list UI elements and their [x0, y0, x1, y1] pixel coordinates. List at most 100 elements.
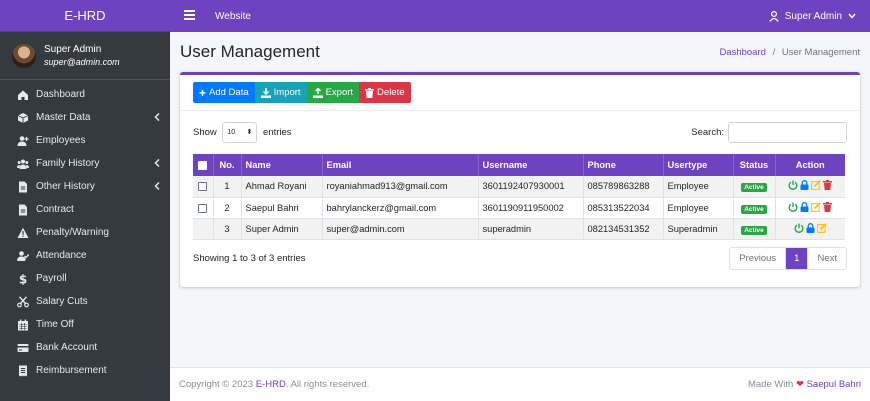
status-badge: Active	[741, 183, 767, 193]
power-icon[interactable]	[788, 202, 798, 212]
brand-logo[interactable]: E-HRD	[0, 0, 170, 32]
breadcrumb-separator: /	[772, 46, 776, 58]
sidebar-item-dashboard[interactable]: Dashboard	[0, 83, 170, 106]
copyright: Copyright © 2023 E-HRD. All rights reser…	[179, 379, 369, 390]
cell-usertype: Employee	[663, 197, 734, 218]
show-label: Show	[193, 126, 217, 138]
cell-status: Active	[733, 197, 776, 218]
sidebar-item-label: Dashboard	[36, 89, 85, 100]
delete-button[interactable]: Delete	[359, 82, 411, 103]
lock-icon[interactable]	[800, 201, 809, 212]
col-usertype[interactable]: Usertype	[663, 154, 734, 176]
chevron-down-icon	[848, 13, 856, 19]
cell-no: 2	[213, 197, 242, 218]
footer-brand-link[interactable]: E-HRD	[256, 379, 286, 390]
sidebar-item-label: Attendance	[36, 250, 87, 261]
avatar	[12, 43, 36, 68]
user-panel[interactable]: Super Admin super@admin.com	[0, 32, 170, 80]
cell-phone: 085789863288	[583, 176, 664, 197]
user-check-icon	[16, 250, 30, 262]
sidebar-item-time-off[interactable]: Time Off	[0, 313, 170, 336]
sidebar-item-payroll[interactable]: $ Payroll	[0, 267, 170, 290]
user-card: + Add Data Import Export Delete Show 10 …	[180, 72, 860, 287]
col-phone[interactable]: Phone	[583, 154, 664, 176]
delete-label: Delete	[377, 87, 405, 98]
col-status[interactable]: Status	[733, 154, 776, 176]
sidebar-item-employees[interactable]: Employees	[0, 129, 170, 152]
sidebar-item-attendance[interactable]: Attendance	[0, 244, 170, 267]
cell-actions	[775, 218, 845, 239]
trash-icon[interactable]	[823, 201, 833, 212]
export-button[interactable]: Export	[306, 82, 360, 103]
cell-actions	[775, 197, 845, 218]
edit-icon[interactable]	[811, 180, 822, 191]
cell-phone: 085313522034	[583, 197, 664, 218]
search-label: Search:	[691, 126, 724, 138]
col-no[interactable]: No.	[213, 154, 242, 176]
table-body: 1 Ahmad Royani royaniahmad913@gmail.com 360…	[193, 176, 845, 239]
cell-no: 1	[213, 176, 242, 197]
cell-status: Active	[733, 218, 776, 239]
users-table: No. Name Email Username Phone Usertype S…	[193, 154, 845, 240]
entries-select[interactable]: 10 ⬍	[222, 121, 258, 143]
col-username[interactable]: Username	[478, 154, 584, 176]
rights-text: . All rights reserved.	[285, 379, 370, 390]
chevron-left-icon	[154, 158, 160, 169]
power-icon[interactable]	[794, 223, 804, 233]
website-link[interactable]: Website	[215, 11, 251, 22]
calendar-icon	[16, 319, 30, 331]
row-select-cell	[193, 197, 214, 218]
trash-icon[interactable]	[823, 180, 833, 191]
cell-name: Saepul Bahri	[241, 197, 323, 218]
sidebar-item-penalty-warning[interactable]: Penalty/Warning	[0, 221, 170, 244]
edit-icon[interactable]	[816, 222, 827, 233]
power-icon[interactable]	[788, 180, 798, 191]
sidebar-item-bank-account[interactable]: Bank Account	[0, 336, 170, 359]
sidebar-item-master-data[interactable]: Master Data	[0, 106, 170, 129]
menu-icon[interactable]	[184, 9, 195, 23]
import-button[interactable]: Import	[254, 82, 307, 103]
sidebar-item-salary-cuts[interactable]: Salary Cuts	[0, 290, 170, 313]
row-checkbox[interactable]	[198, 203, 208, 213]
warning-icon	[16, 227, 30, 239]
user-plus-icon	[16, 135, 30, 147]
heart-icon: ❤	[795, 379, 804, 390]
col-email[interactable]: Email	[322, 154, 479, 176]
cell-usertype: Employee	[663, 176, 734, 197]
user-name: Super Admin	[44, 43, 102, 55]
dollar-icon: $	[16, 273, 30, 285]
search-input[interactable]	[728, 121, 847, 143]
select-all-checkbox[interactable]	[198, 161, 208, 171]
sidebar-item-label: Bank Account	[36, 342, 98, 353]
lock-icon[interactable]	[800, 180, 809, 191]
prev-page-button[interactable]: Previous	[730, 247, 787, 269]
sidebar-item-reimbursement[interactable]: Reimbursement	[0, 359, 170, 382]
sort-icon: ⬍	[246, 129, 253, 136]
sidebar-item-other-history[interactable]: Other History	[0, 175, 170, 198]
cell-usertype: Superadmin	[663, 218, 734, 239]
sidebar-item-label: Family History	[36, 158, 100, 169]
receipt-icon	[16, 365, 30, 377]
scissors-icon	[16, 295, 30, 308]
credit-card-icon	[16, 342, 30, 354]
add-data-button[interactable]: + Add Data	[193, 82, 255, 103]
sidebar-item-label: Other History	[36, 181, 95, 192]
breadcrumb-dashboard[interactable]: Dashboard	[719, 47, 765, 58]
sidebar-item-family-history[interactable]: Family History	[0, 152, 170, 175]
table-info: Showing 1 to 3 of 3 entries	[193, 252, 306, 264]
row-checkbox[interactable]	[198, 182, 208, 192]
user-icon	[769, 10, 779, 22]
user-menu[interactable]: Super Admin	[769, 11, 856, 22]
length-control: Show 10 ⬍ entries	[193, 121, 292, 143]
lock-icon[interactable]	[806, 222, 815, 233]
sidebar-item-contract[interactable]: Contract	[0, 198, 170, 221]
main-content: User Management Dashboard / User Managem…	[170, 32, 870, 367]
trash-icon	[365, 87, 375, 98]
next-page-button[interactable]: Next	[808, 248, 846, 269]
author-link[interactable]: Saepul Bahri	[807, 379, 861, 390]
page-1-button[interactable]: 1	[786, 247, 809, 269]
plus-icon: +	[199, 85, 207, 100]
col-name[interactable]: Name	[241, 154, 323, 176]
row-select-cell	[193, 176, 214, 197]
edit-icon[interactable]	[811, 201, 822, 212]
